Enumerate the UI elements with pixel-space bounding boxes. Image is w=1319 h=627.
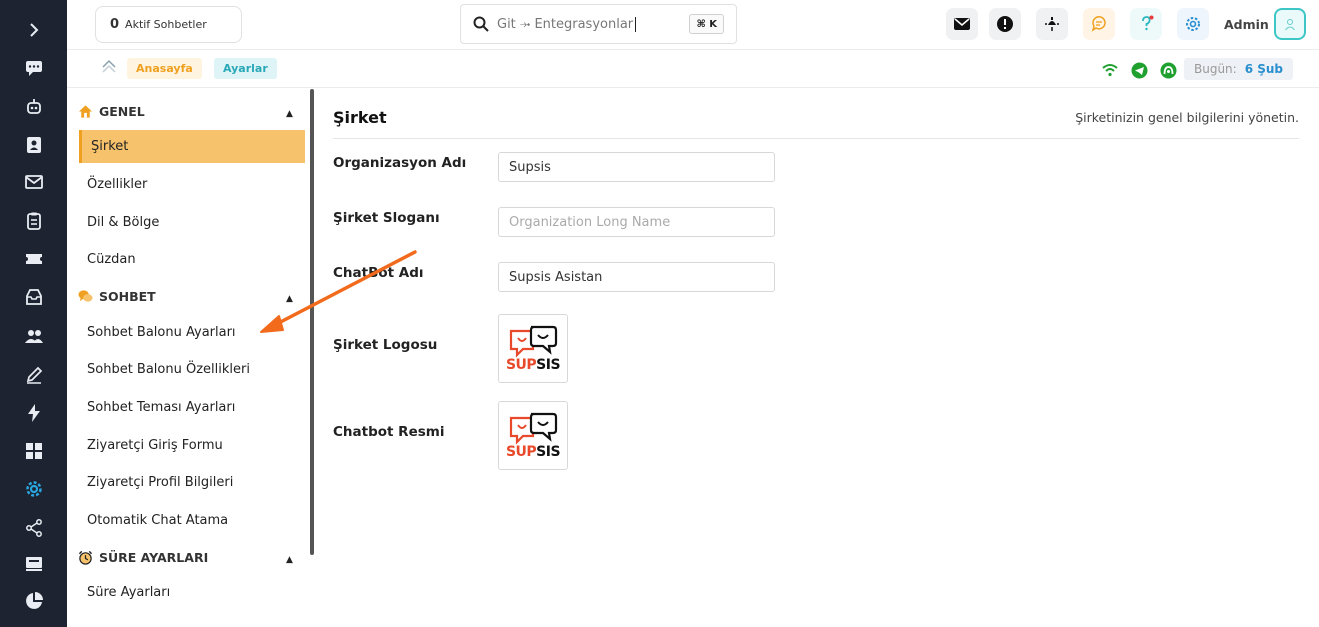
chatbot-name-field[interactable] <box>498 262 775 292</box>
section-title: GENEL <box>99 103 145 119</box>
section-sure-ayarlari[interactable]: SÜRE AYARLARI <box>78 546 208 568</box>
clipboard-icon[interactable] <box>0 203 67 239</box>
alarm-clock-icon <box>78 550 93 565</box>
sidebar-item-sure-ayarlari[interactable]: Süre Ayarları <box>79 576 305 609</box>
logo-text: SUPSIS <box>505 356 561 373</box>
settings-sidebar: GENEL ▲ Şirket Özellikler Dil & Bölge Cü… <box>67 89 314 627</box>
today-value: 6 Şub <box>1244 62 1284 76</box>
sidebar-item-ziyaretci-profil-bilgileri[interactable]: Ziyaretçi Profil Bilgileri <box>79 466 305 499</box>
search-shortcut-badge: ⌘ K <box>689 14 724 34</box>
sidebar-item-otomatik-chat-atama[interactable]: Otomatik Chat Atama <box>79 504 305 537</box>
today-date: Bugün: 6 Şub <box>1184 58 1294 80</box>
wifi-icon <box>1100 60 1120 80</box>
lamp-icon <box>1045 17 1059 31</box>
chatbot-image-upload[interactable]: SUPSIS <box>498 401 568 470</box>
telegram-icon <box>1129 60 1149 80</box>
avatar[interactable] <box>1274 8 1306 40</box>
active-chats-count: 0 <box>110 17 120 32</box>
collapse-caret-icon[interactable]: ▲ <box>286 555 293 565</box>
bolt-icon[interactable] <box>0 395 67 431</box>
annotation-arrow-icon <box>260 250 417 333</box>
pie-chart-icon[interactable] <box>0 583 67 619</box>
top-bar: 0 Aktif Sohbetler Git ⤞ Entegrasyonlar ⌘… <box>67 0 1319 50</box>
slogan-label: Şirket Sloganı <box>333 210 440 226</box>
main-content: Şirket Şirketinizin genel bilgilerini yö… <box>314 89 1319 627</box>
collapse-caret-icon[interactable]: ▲ <box>286 109 293 119</box>
alert-button[interactable] <box>989 8 1021 40</box>
chatbot-image-label: Chatbot Resmi <box>333 424 445 440</box>
search-input[interactable]: Git ⤞ Entegrasyonlar <box>497 16 637 32</box>
chat-bubbles-icon <box>78 289 93 302</box>
breadcrumb-current[interactable]: Ayarlar <box>214 58 277 79</box>
settings-button[interactable] <box>1177 8 1209 40</box>
help-button[interactable] <box>1130 8 1162 40</box>
bot-status-icon <box>1158 60 1178 80</box>
share-icon[interactable] <box>0 510 67 546</box>
breadcrumb: Anasayfa Ayarlar Bugün: 6 Şub <box>67 50 1319 88</box>
today-label: Bugün: <box>1194 62 1237 76</box>
icon-rail <box>0 0 67 627</box>
supsis-logo-icon <box>509 412 558 445</box>
org-name-label: Organizasyon Adı <box>333 155 467 171</box>
chat-icon[interactable] <box>0 50 67 86</box>
user-icon <box>1285 19 1295 31</box>
inbox-icon[interactable] <box>0 279 67 315</box>
active-chats-counter[interactable]: 0 Aktif Sohbetler <box>95 6 242 43</box>
theme-toggle-button[interactable] <box>1036 8 1068 40</box>
users-icon[interactable] <box>0 318 67 354</box>
search-box[interactable]: Git ⤞ Entegrasyonlar ⌘ K <box>460 4 737 44</box>
divider <box>333 138 1299 139</box>
sidebar-item-sohbet-balonu-ozellikleri[interactable]: Sohbet Balonu Özellikleri <box>79 353 305 386</box>
question-mark-icon <box>1142 15 1154 31</box>
search-icon <box>473 16 489 32</box>
alert-icon <box>997 16 1013 32</box>
home-icon <box>78 104 93 118</box>
logo-text: SUPSIS <box>505 443 561 460</box>
company-logo-upload[interactable]: SUPSIS <box>498 314 568 383</box>
org-name-field[interactable] <box>498 152 775 182</box>
section-genel[interactable]: GENEL <box>78 100 145 122</box>
chevron-up-icon[interactable] <box>101 58 117 74</box>
expand-chevron-icon[interactable] <box>0 12 67 48</box>
chat-bubble-icon <box>1091 16 1106 32</box>
gear-icon <box>1186 17 1200 31</box>
sidebar-item-sirket[interactable]: Şirket <box>79 130 305 163</box>
slogan-field[interactable] <box>498 207 775 237</box>
settings-gear-icon[interactable] <box>0 471 67 507</box>
mail-icon[interactable] <box>0 164 67 200</box>
section-sohbet[interactable]: SOHBET <box>78 285 156 307</box>
envelope-icon <box>954 18 970 30</box>
sidebar-item-sohbet-temasi-ayarlari[interactable]: Sohbet Teması Ayarları <box>79 391 305 424</box>
page-description: Şirketinizin genel bilgilerini yönetin. <box>1075 110 1299 125</box>
ticket-icon[interactable] <box>0 241 67 277</box>
grid-icon[interactable] <box>0 433 67 469</box>
section-title: SÜRE AYARLARI <box>99 549 209 565</box>
sidebar-item-dil-bolge[interactable]: Dil & Bölge <box>79 206 305 239</box>
active-chats-label: Aktif Sohbetler <box>125 18 207 31</box>
sidebar-item-ozellikler[interactable]: Özellikler <box>79 168 305 201</box>
sidebar-item-ziyaretci-giris-formu[interactable]: Ziyaretçi Giriş Formu <box>79 429 305 462</box>
bot-icon[interactable] <box>0 89 67 125</box>
mail-button[interactable] <box>946 8 978 40</box>
user-name[interactable]: Admin <box>1224 17 1269 32</box>
section-title: SOHBET <box>99 288 156 304</box>
edit-icon[interactable] <box>0 357 67 393</box>
messages-button[interactable] <box>1083 8 1115 40</box>
contacts-icon[interactable] <box>0 127 67 163</box>
monitor-icon[interactable] <box>0 546 67 582</box>
company-logo-label: Şirket Logosu <box>333 337 438 353</box>
supsis-logo-icon <box>509 325 558 358</box>
page-title: Şirket <box>333 108 387 127</box>
breadcrumb-home[interactable]: Anasayfa <box>127 58 202 79</box>
